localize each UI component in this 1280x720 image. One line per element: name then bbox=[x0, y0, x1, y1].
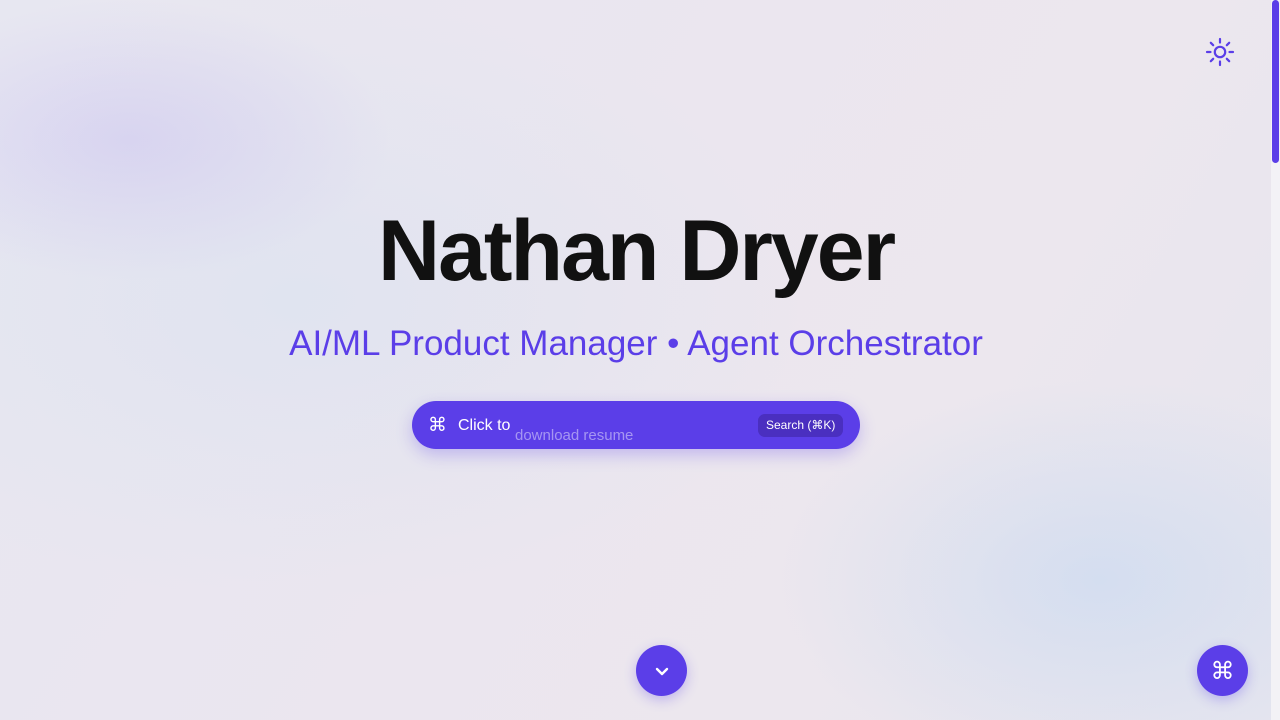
command-icon: ⌘ bbox=[1210, 656, 1235, 685]
hero-name: Nathan Dryer bbox=[377, 203, 896, 299]
command-palette-button[interactable]: ⌘ bbox=[1197, 645, 1248, 696]
search-bar-label: Click to bbox=[458, 417, 511, 434]
theme-toggle-button[interactable] bbox=[1200, 32, 1240, 72]
hero-subtitle: AI/ML Product Manager • Agent Orchestrat… bbox=[289, 324, 983, 363]
scroll-down-button[interactable] bbox=[636, 645, 687, 696]
chevron-down-icon bbox=[655, 667, 668, 675]
search-shortcut-badge: Search (⌘K) bbox=[758, 414, 844, 437]
command-icon: ⌘ bbox=[428, 414, 447, 436]
search-bar-rotating-text: download resume bbox=[515, 427, 634, 444]
search-bar-button[interactable]: ⌘ Click to download resume Search (⌘K) bbox=[412, 401, 860, 449]
scrollbar-thumb[interactable] bbox=[1272, 0, 1279, 163]
sun-icon bbox=[1205, 37, 1235, 67]
